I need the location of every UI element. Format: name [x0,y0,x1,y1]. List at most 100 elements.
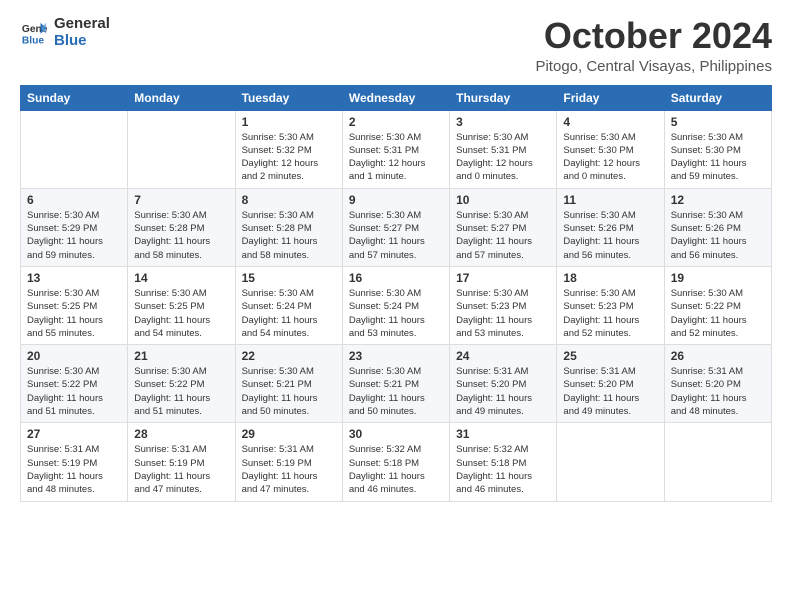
calendar-cell: 21 Sunrise: 5:30 AM Sunset: 5:22 PM Dayli… [128,345,235,423]
calendar-cell: 8 Sunrise: 5:30 AM Sunset: 5:28 PM Daylig… [235,188,342,266]
calendar-cell: 20 Sunrise: 5:30 AM Sunset: 5:22 PM Dayli… [21,345,128,423]
calendar-cell: 12 Sunrise: 5:30 AM Sunset: 5:26 PM Dayli… [664,188,771,266]
calendar-cell: 31 Sunrise: 5:32 AM Sunset: 5:18 PM Dayli… [450,423,557,501]
page: General Blue General Blue October 2024 P… [0,0,792,612]
day-info: Sunrise: 5:30 AM Sunset: 5:31 PM Dayligh… [349,131,443,184]
svg-text:Blue: Blue [22,35,45,46]
day-number: 3 [456,115,550,129]
day-info: Sunrise: 5:31 AM Sunset: 5:20 PM Dayligh… [563,365,657,418]
day-number: 24 [456,349,550,363]
day-number: 13 [27,271,121,285]
day-number: 19 [671,271,765,285]
day-number: 4 [563,115,657,129]
day-number: 22 [242,349,336,363]
day-number: 2 [349,115,443,129]
calendar-cell: 7 Sunrise: 5:30 AM Sunset: 5:28 PM Daylig… [128,188,235,266]
day-info: Sunrise: 5:30 AM Sunset: 5:21 PM Dayligh… [242,365,336,418]
weekday-header-friday: Friday [557,85,664,110]
day-info: Sunrise: 5:30 AM Sunset: 5:23 PM Dayligh… [563,287,657,340]
day-info: Sunrise: 5:30 AM Sunset: 5:24 PM Dayligh… [349,287,443,340]
month-title: October 2024 [535,16,772,56]
day-info: Sunrise: 5:32 AM Sunset: 5:18 PM Dayligh… [456,443,550,496]
day-number: 14 [134,271,228,285]
weekday-header-saturday: Saturday [664,85,771,110]
day-info: Sunrise: 5:30 AM Sunset: 5:30 PM Dayligh… [671,131,765,184]
calendar-cell: 3 Sunrise: 5:30 AM Sunset: 5:31 PM Daylig… [450,110,557,188]
day-info: Sunrise: 5:30 AM Sunset: 5:24 PM Dayligh… [242,287,336,340]
calendar-week-row: 13Sunrise: 5:30 AM Sunset: 5:25 PM Dayli… [21,266,772,344]
day-number: 1 [242,115,336,129]
calendar-cell: 5 Sunrise: 5:30 AM Sunset: 5:30 PM Daylig… [664,110,771,188]
day-number: 12 [671,193,765,207]
calendar-cell: 19Sunrise: 5:30 AM Sunset: 5:22 PM Dayli… [664,266,771,344]
day-info: Sunrise: 5:30 AM Sunset: 5:28 PM Dayligh… [242,209,336,262]
day-number: 29 [242,427,336,441]
calendar-cell: 4 Sunrise: 5:30 AM Sunset: 5:30 PM Daylig… [557,110,664,188]
calendar-cell: 22 Sunrise: 5:30 AM Sunset: 5:21 PM Dayli… [235,345,342,423]
weekday-header-sunday: Sunday [21,85,128,110]
calendar-cell: 11Sunrise: 5:30 AM Sunset: 5:26 PM Dayli… [557,188,664,266]
calendar-week-row: 27 Sunrise: 5:31 AM Sunset: 5:19 PM Dayli… [21,423,772,501]
calendar-cell: 10Sunrise: 5:30 AM Sunset: 5:27 PM Dayli… [450,188,557,266]
calendar-week-row: 20 Sunrise: 5:30 AM Sunset: 5:22 PM Dayli… [21,345,772,423]
calendar-cell: 6 Sunrise: 5:30 AM Sunset: 5:29 PM Daylig… [21,188,128,266]
calendar-table: SundayMondayTuesdayWednesdayThursdayFrid… [20,85,772,502]
calendar-cell [664,423,771,501]
day-number: 30 [349,427,443,441]
weekday-header-tuesday: Tuesday [235,85,342,110]
day-info: Sunrise: 5:30 AM Sunset: 5:29 PM Dayligh… [27,209,121,262]
day-info: Sunrise: 5:30 AM Sunset: 5:32 PM Dayligh… [242,131,336,184]
day-number: 21 [134,349,228,363]
calendar-week-row: 1 Sunrise: 5:30 AM Sunset: 5:32 PM Daylig… [21,110,772,188]
day-number: 8 [242,193,336,207]
logo-icon: General Blue [20,19,48,47]
day-number: 23 [349,349,443,363]
weekday-header-wednesday: Wednesday [342,85,449,110]
day-number: 16 [349,271,443,285]
calendar-cell: 2 Sunrise: 5:30 AM Sunset: 5:31 PM Daylig… [342,110,449,188]
logo: General Blue General Blue [20,16,110,49]
calendar-cell: 24 Sunrise: 5:31 AM Sunset: 5:20 PM Dayli… [450,345,557,423]
day-number: 7 [134,193,228,207]
calendar-cell: 17Sunrise: 5:30 AM Sunset: 5:23 PM Dayli… [450,266,557,344]
day-info: Sunrise: 5:30 AM Sunset: 5:26 PM Dayligh… [671,209,765,262]
day-info: Sunrise: 5:32 AM Sunset: 5:18 PM Dayligh… [349,443,443,496]
day-info: Sunrise: 5:30 AM Sunset: 5:30 PM Dayligh… [563,131,657,184]
logo-text-blue: Blue [54,33,110,50]
day-number: 31 [456,427,550,441]
calendar-cell: 23Sunrise: 5:30 AM Sunset: 5:21 PM Dayli… [342,345,449,423]
weekday-header-monday: Monday [128,85,235,110]
calendar-cell: 14Sunrise: 5:30 AM Sunset: 5:25 PM Dayli… [128,266,235,344]
day-info: Sunrise: 5:31 AM Sunset: 5:20 PM Dayligh… [671,365,765,418]
day-info: Sunrise: 5:30 AM Sunset: 5:23 PM Dayligh… [456,287,550,340]
title-block: October 2024 Pitogo, Central Visayas, Ph… [535,16,772,75]
day-info: Sunrise: 5:31 AM Sunset: 5:20 PM Dayligh… [456,365,550,418]
day-number: 5 [671,115,765,129]
day-info: Sunrise: 5:30 AM Sunset: 5:22 PM Dayligh… [134,365,228,418]
calendar-week-row: 6 Sunrise: 5:30 AM Sunset: 5:29 PM Daylig… [21,188,772,266]
calendar-cell: 27Sunrise: 5:31 AM Sunset: 5:19 PM Dayli… [21,423,128,501]
day-info: Sunrise: 5:30 AM Sunset: 5:31 PM Dayligh… [456,131,550,184]
day-number: 20 [27,349,121,363]
header: General Blue General Blue October 2024 P… [20,16,772,75]
day-number: 18 [563,271,657,285]
day-info: Sunrise: 5:30 AM Sunset: 5:27 PM Dayligh… [349,209,443,262]
calendar-cell: 15 Sunrise: 5:30 AM Sunset: 5:24 PM Dayli… [235,266,342,344]
calendar-cell [557,423,664,501]
calendar-cell: 13Sunrise: 5:30 AM Sunset: 5:25 PM Dayli… [21,266,128,344]
day-info: Sunrise: 5:30 AM Sunset: 5:22 PM Dayligh… [27,365,121,418]
day-info: Sunrise: 5:30 AM Sunset: 5:28 PM Dayligh… [134,209,228,262]
day-number: 11 [563,193,657,207]
day-number: 28 [134,427,228,441]
day-number: 6 [27,193,121,207]
day-info: Sunrise: 5:31 AM Sunset: 5:19 PM Dayligh… [134,443,228,496]
day-number: 26 [671,349,765,363]
calendar-cell: 29 Sunrise: 5:31 AM Sunset: 5:19 PM Dayli… [235,423,342,501]
day-info: Sunrise: 5:31 AM Sunset: 5:19 PM Dayligh… [242,443,336,496]
weekday-header-thursday: Thursday [450,85,557,110]
calendar-cell: 16 Sunrise: 5:30 AM Sunset: 5:24 PM Dayli… [342,266,449,344]
day-number: 27 [27,427,121,441]
calendar-cell [21,110,128,188]
calendar-cell: 25Sunrise: 5:31 AM Sunset: 5:20 PM Dayli… [557,345,664,423]
day-number: 15 [242,271,336,285]
